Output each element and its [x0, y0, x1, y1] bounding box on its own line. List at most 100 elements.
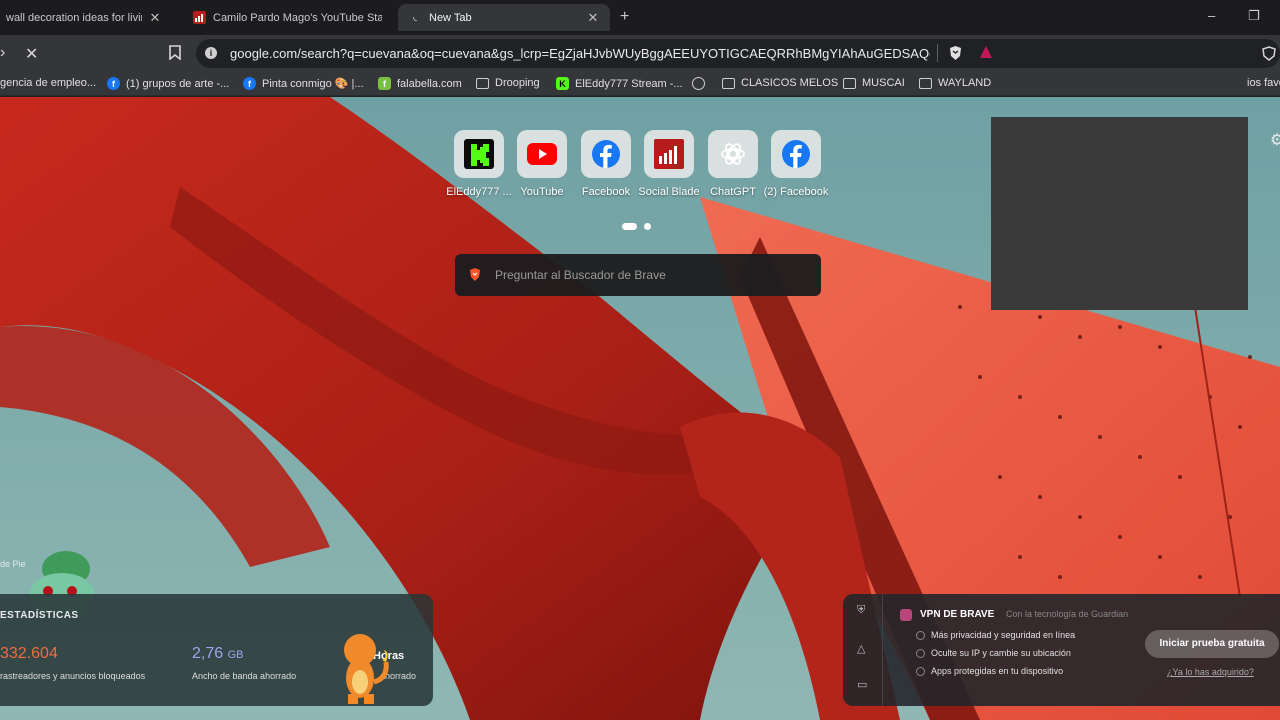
bookmark-other-favorites[interactable]: ios favo: [1247, 77, 1280, 89]
check-circle-icon: [916, 631, 925, 641]
vpn-feature-2: Oculte su IP y cambie su ubicación: [916, 648, 1071, 659]
stop-loading-icon[interactable]: ✕: [25, 44, 38, 64]
youtube-icon: [527, 143, 557, 165]
bookmark-folder-drooping[interactable]: Drooping: [476, 77, 540, 89]
minimize-icon[interactable]: –: [1208, 8, 1215, 23]
browser-toolbar: › ✕ i google.com/search?q=cuevana&oq=cue…: [0, 35, 1280, 72]
bookmark-label: (1) grupos de arte -...: [126, 77, 230, 90]
pager-dot-active[interactable]: [622, 223, 637, 230]
tab-title: New Tab: [429, 11, 472, 24]
facebook-icon: f: [243, 77, 256, 90]
bookmark-label: gencia de empleo...: [0, 77, 97, 89]
vpn-shield-toolbar-icon[interactable]: [1262, 46, 1276, 66]
chatgpt-icon: [721, 143, 745, 165]
top-site-facebook-2[interactable]: (2) Facebook: [751, 130, 841, 198]
bandwidth-label: Ancho de banda ahorrado: [192, 671, 297, 681]
address-bar[interactable]: i google.com/search?q=cuevana&oq=cuevana…: [196, 39, 1280, 68]
check-circle-icon: [916, 649, 925, 659]
bookmark-pinta-conmigo[interactable]: f Pinta conmigo 🎨 |...: [243, 77, 364, 90]
bookmark-label: MUSCAI: [862, 77, 905, 89]
pager-dot[interactable]: [644, 223, 652, 230]
tab-new-tab[interactable]: ◟ New Tab ✕: [398, 4, 610, 31]
tab-strip: wall decoration ideas for livin ✕ Camilo…: [0, 0, 1280, 35]
vpn-feature-3: Apps protegidas en tu dispositivo: [916, 666, 1064, 677]
vpn-feature-text: Oculte su IP y cambie su ubicación: [931, 648, 1071, 658]
brave-stats-panel: ESTADÍSTICAS 332.604 rastreadores y anun…: [0, 594, 433, 706]
charmander-sticker-image: [344, 634, 389, 704]
bookmarks-bar: gencia de empleo... f (1) grupos de arte…: [0, 72, 1280, 96]
customize-gear-icon[interactable]: ⚙: [1270, 130, 1280, 150]
vpn-feature-text: Más privacidad y seguridad en línea: [931, 630, 1076, 640]
check-circle-icon: [916, 667, 925, 677]
loading-spinner-icon: ◟: [413, 12, 417, 23]
bookmark-folder-muscai[interactable]: MUSCAI: [843, 77, 905, 89]
top-sites-pager: [622, 217, 654, 235]
vpn-feature-text: Apps protegidas en tu dispositivo: [931, 666, 1064, 676]
tab-wall-decoration[interactable]: wall decoration ideas for livin ✕: [0, 4, 172, 31]
kick-icon: K: [556, 77, 569, 90]
bookmark-label: Pinta conmigo 🎨 |...: [262, 78, 364, 90]
brave-search-box[interactable]: Preguntar al Buscador de Brave: [455, 254, 821, 296]
bookmark-folder-clasicos-melos[interactable]: CLASICOS MELOS: [722, 77, 838, 89]
brave-lion-icon: [469, 268, 481, 286]
top-site-icon-tile: [771, 130, 821, 178]
bookmark-empleo[interactable]: gencia de empleo...: [0, 77, 96, 89]
bookmark-label: falabella.com: [397, 77, 462, 90]
vpn-tab-shield-icon[interactable]: ⛨: [857, 604, 865, 617]
bookmark-folder-wayland[interactable]: WAYLAND: [919, 77, 991, 89]
folder-icon: [919, 77, 932, 89]
facebook-icon: [592, 140, 620, 168]
cards-tab-icon[interactable]: ▭: [857, 678, 867, 691]
brave-rewards-icon[interactable]: [979, 45, 993, 64]
folder-icon: [476, 77, 489, 89]
bandwidth-unit: GB: [227, 649, 244, 661]
brave-shields-icon[interactable]: [948, 45, 963, 66]
top-site-icon-tile: [517, 130, 567, 178]
tab-close-icon[interactable]: ✕: [148, 10, 162, 26]
vpn-feature-1: Más privacidad y seguridad en línea: [916, 630, 1076, 641]
bookmark-grupos-de-arte[interactable]: f (1) grupos de arte -...: [107, 77, 229, 90]
blocked-label: rastreadores y anuncios bloqueados: [0, 671, 146, 681]
bookmark-eleddy-stream[interactable]: K ElEddy777 Stream -...: [556, 77, 683, 90]
restore-icon[interactable]: ❐: [1248, 8, 1260, 24]
kick-icon: [464, 139, 494, 169]
tab-title: wall decoration ideas for livin: [6, 11, 142, 24]
gray-overlay-box: [991, 117, 1248, 310]
already-purchased-link[interactable]: ¿Ya lo has adquirido?: [1167, 667, 1254, 677]
folder-icon: [722, 77, 735, 89]
new-tab-plus-icon[interactable]: +: [620, 8, 629, 26]
top-site-label: (2) Facebook: [763, 186, 829, 198]
tab-youtube-statistics[interactable]: Camilo Pardo Mago's YouTube Statis: [182, 4, 392, 31]
bandwidth-value: 2,76: [192, 645, 224, 662]
site-info-icon[interactable]: i: [205, 47, 217, 59]
rewards-tab-triangle-icon[interactable]: △: [857, 642, 865, 655]
bookmark-icon[interactable]: [168, 45, 182, 65]
blocked-count: 332.604: [0, 645, 58, 662]
bookmark-label: ios favo: [1247, 77, 1280, 89]
vpn-title: VPN DE BRAVE: [920, 609, 995, 620]
photo-credit: de Pie: [0, 559, 26, 569]
bookmark-label: ElEddy777 Stream -...: [575, 77, 683, 90]
vpn-logo-icon: [900, 609, 912, 621]
bookmark-label: CLASICOS MELOS: [741, 77, 839, 89]
tab-close-icon[interactable]: ✕: [586, 10, 600, 26]
facebook-icon: [782, 140, 810, 168]
socialblade-icon: [654, 139, 684, 169]
start-free-trial-button[interactable]: Iniciar prueba gratuita: [1145, 630, 1279, 658]
bandwidth-value-group: 2,76 GB: [192, 645, 244, 663]
bookmark-globe[interactable]: [692, 77, 711, 90]
bookmark-label: WAYLAND: [938, 77, 992, 89]
folder-icon: [843, 77, 856, 89]
tab-title: Camilo Pardo Mago's YouTube Statis: [213, 11, 382, 24]
globe-icon: [692, 77, 705, 90]
bookmark-falabella[interactable]: f falabella.com: [378, 77, 462, 90]
socialblade-icon: [192, 11, 206, 25]
stats-header: ESTADÍSTICAS: [0, 610, 79, 621]
new-tab-page: ElEddy777 ... YouTube Facebook Social Bl…: [0, 97, 1280, 720]
facebook-icon: f: [107, 77, 120, 90]
top-site-icon-tile: [644, 130, 694, 178]
divider: [937, 44, 938, 62]
url-text[interactable]: google.com/search?q=cuevana&oq=cuevana&g…: [230, 46, 930, 61]
vpn-powered-by: Con la tecnología de Guardian: [1006, 609, 1129, 619]
forward-icon[interactable]: ›: [0, 44, 5, 62]
